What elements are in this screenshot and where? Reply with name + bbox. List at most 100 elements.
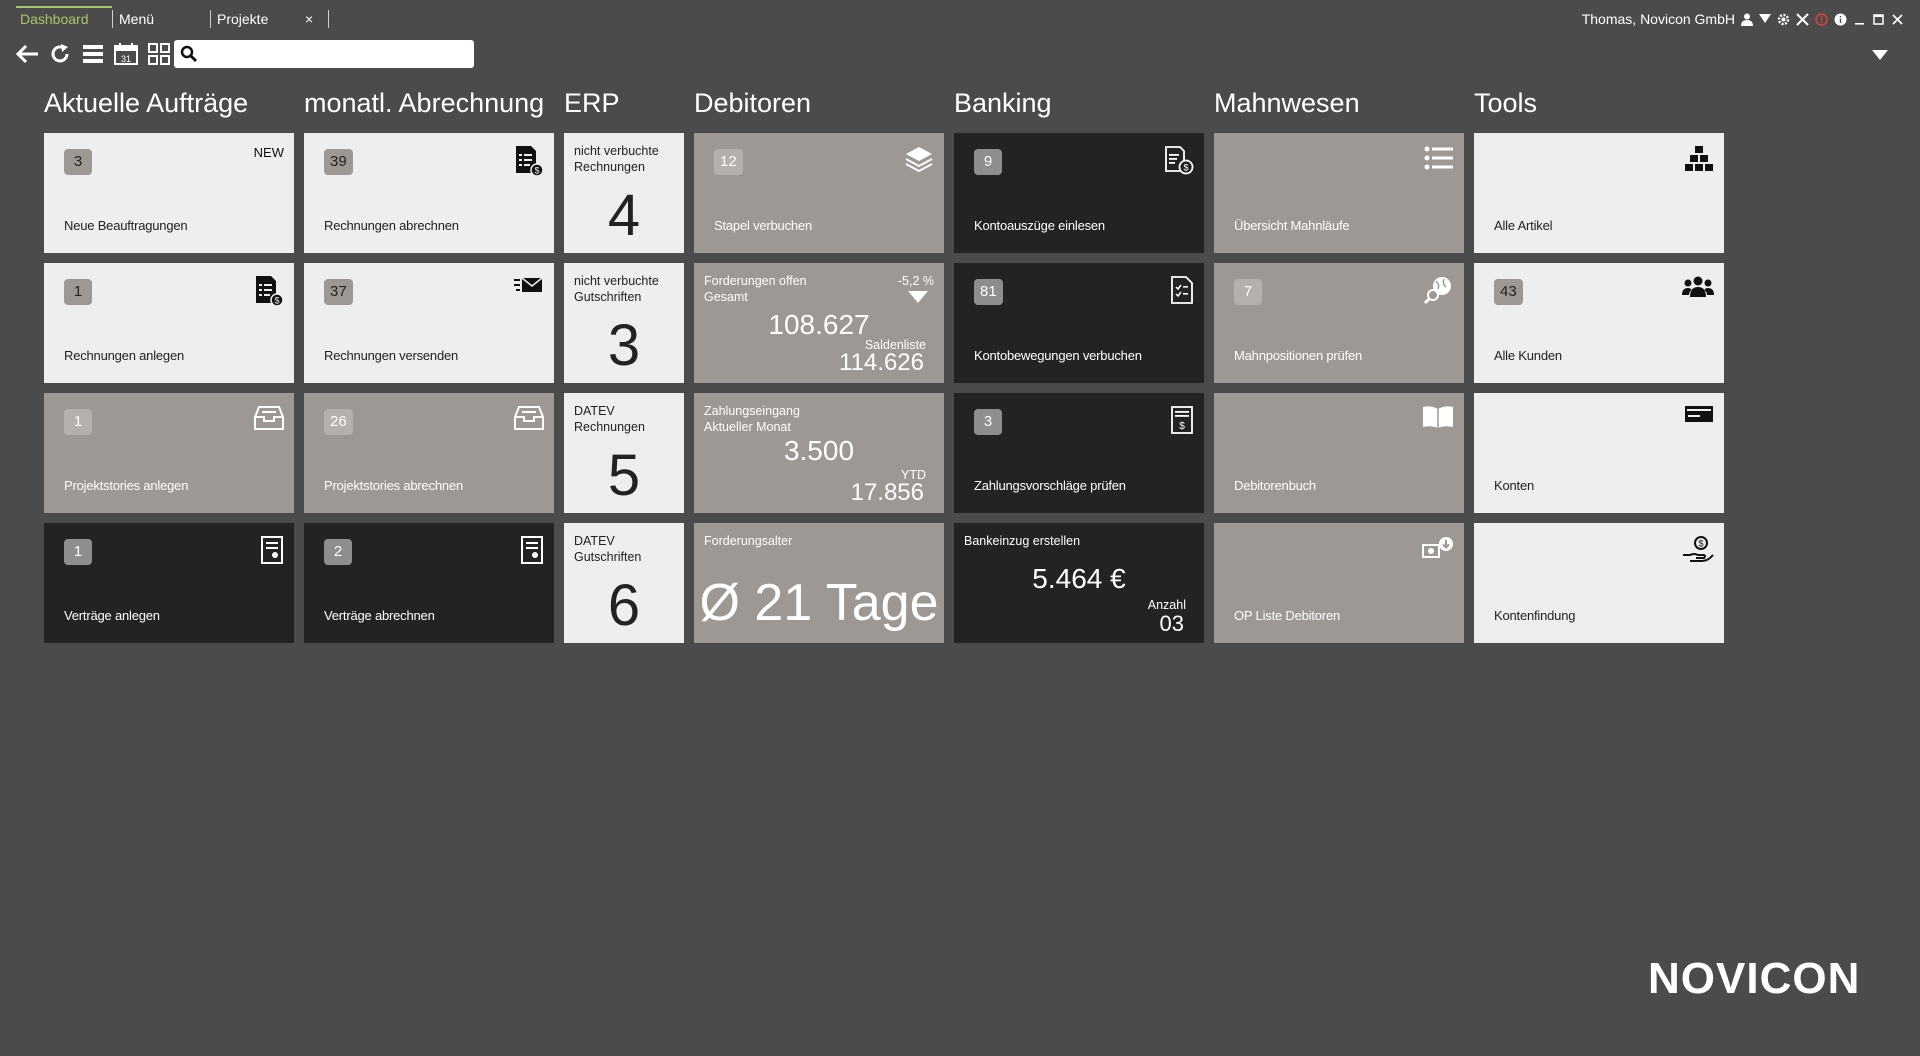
tile-label: Verträge abrechnen: [324, 608, 435, 623]
tab-close-button[interactable]: ×: [305, 8, 313, 30]
tile-kontenfindung[interactable]: $ Kontenfindung: [1474, 523, 1724, 643]
tile-vertraege-anlegen[interactable]: 1 Verträge anlegen: [44, 523, 294, 643]
calendar-button[interactable]: 31: [113, 41, 139, 67]
tile-erp-nicht-verbuchte-rechnungen[interactable]: nicht verbuchte Rechnungen 4: [564, 133, 684, 253]
count-badge: 7: [1234, 279, 1262, 305]
tile-alle-artikel[interactable]: Alle Artikel: [1474, 133, 1724, 253]
ytd-value: 17.856: [850, 479, 924, 506]
tile-label: Projektstories anlegen: [64, 478, 189, 493]
tile-projektstories-abrechnen[interactable]: 26 Projektstories abrechnen: [304, 393, 554, 513]
contract-icon: [261, 536, 283, 564]
new-tag: NEW: [253, 145, 284, 160]
svg-text:$: $: [1183, 163, 1188, 173]
tile-view-button[interactable]: [146, 41, 172, 67]
column-title-erp: ERP: [564, 88, 620, 118]
forderungsalter-label: Forderungsalter: [704, 534, 793, 548]
tile-label: Rechnungen abrechnen: [324, 218, 459, 233]
tile-forderungsalter[interactable]: Forderungsalter Ø 21 Tage: [694, 523, 944, 643]
info-icon[interactable]: [1834, 13, 1847, 26]
change-percent: -5,2 %: [897, 274, 934, 288]
tile-erp-nicht-verbuchte-gutschriften[interactable]: nicht verbuchte Gutschriften 3: [564, 263, 684, 383]
card-icon: [1685, 406, 1713, 422]
invoice-dollar-icon: $: [516, 146, 544, 177]
tile-bankeinzug-erstellen[interactable]: Bankeinzug erstellen 5.464 € Anzahl 03: [954, 523, 1204, 643]
tab-dashboard[interactable]: Dashboard: [14, 8, 89, 30]
gear-icon[interactable]: [1777, 13, 1790, 26]
user-icon[interactable]: [1741, 13, 1753, 26]
saldenliste-value: 114.626: [839, 349, 924, 376]
tile-forderungen-offen[interactable]: Forderungen offen Gesamt -5,2 % 108.627 S…: [694, 263, 944, 383]
send-mail-icon: [514, 277, 543, 292]
inbox-tray-icon: [514, 406, 544, 430]
tile-rechnungen-abrechnen[interactable]: 39 $ Rechnungen abrechnen: [304, 133, 554, 253]
tools-icon[interactable]: [1796, 12, 1809, 26]
tile-vertraege-abrechnen[interactable]: 2 Verträge abrechnen: [304, 523, 554, 643]
novicon-logo: NOVICON: [1648, 954, 1861, 1003]
column-title-abrechnung: monatl. Abrechnung: [304, 88, 545, 118]
erp-label: DATEV Gutschriften: [574, 534, 642, 564]
search-input[interactable]: [200, 42, 468, 66]
hand-coin-icon: $: [1683, 536, 1714, 562]
tile-label: OP Liste Debitoren: [1234, 608, 1340, 623]
user-area: Thomas, Novicon GmbH: [1582, 8, 1904, 30]
tile-debitorenbuch[interactable]: Debitorenbuch: [1214, 393, 1464, 513]
tile-op-liste-debitoren[interactable]: OP Liste Debitoren: [1214, 523, 1464, 643]
search-icon: [180, 45, 198, 63]
tile-konten[interactable]: Konten: [1474, 393, 1724, 513]
tile-kontobewegungen-verbuchen[interactable]: 81 Kontobewegungen verbuchen: [954, 263, 1204, 383]
erp-label: DATEV Rechnungen: [574, 404, 645, 434]
count-badge: 26: [324, 409, 353, 435]
menu-lines-icon: [83, 45, 103, 63]
back-button[interactable]: [14, 41, 40, 67]
erp-count: 4: [607, 183, 641, 248]
list-icon: [1424, 146, 1453, 170]
tile-zahlungsvorschlaege-pruefen[interactable]: 3 $ Zahlungsvorschläge prüfen: [954, 393, 1204, 513]
maximize-icon[interactable]: [1872, 13, 1885, 26]
tab-menu[interactable]: Menü: [113, 8, 154, 30]
minimize-icon[interactable]: [1853, 13, 1866, 26]
forderungen-label: Forderungen offen Gesamt: [704, 274, 807, 304]
count-badge: 1: [64, 409, 92, 435]
cards-download-icon: [1422, 537, 1453, 558]
column-title-tools: Tools: [1474, 88, 1538, 118]
svg-text:$: $: [1698, 539, 1703, 549]
refresh-icon: [51, 44, 69, 63]
grid-icon: [148, 43, 170, 65]
tile-rechnungen-anlegen[interactable]: 1 $ Rechnungen anlegen: [44, 263, 294, 383]
tile-zahlungseingang[interactable]: Zahlungseingang Aktueller Monat 3.500 YTD…: [694, 393, 944, 513]
toolbar-dropdown-icon[interactable]: [1872, 50, 1888, 60]
alert-icon[interactable]: [1815, 12, 1828, 26]
tile-rechnungen-versenden[interactable]: 37 Rechnungen versenden: [304, 263, 554, 383]
anzahl-value: 03: [1159, 611, 1184, 636]
tile-erp-datev-rechnungen[interactable]: DATEV Rechnungen 5: [564, 393, 684, 513]
tab-projekte[interactable]: Projekte: [211, 8, 268, 30]
tile-kontoauszuege-einlesen[interactable]: 9 $ Kontoauszüge einlesen: [954, 133, 1204, 253]
tile-uebersicht-mahnlaeufe[interactable]: Übersicht Mahnläufe: [1214, 133, 1464, 253]
search-box[interactable]: [174, 40, 474, 68]
svg-text:31: 31: [121, 54, 131, 64]
close-icon[interactable]: [1891, 13, 1904, 26]
tile-stapel-verbuchen[interactable]: 12 Stapel verbuchen: [694, 133, 944, 253]
zahlungseingang-value: 3.500: [783, 435, 855, 466]
tile-label: Rechnungen versenden: [324, 348, 459, 363]
tile-mahnpositionen-pruefen[interactable]: 7 Mahnpositionen prüfen: [1214, 263, 1464, 383]
tile-neue-beauftragungen[interactable]: 3 NEW Neue Beauftragungen: [44, 133, 294, 253]
refresh-button[interactable]: [47, 41, 73, 67]
tile-label: Rechnungen anlegen: [64, 348, 185, 363]
user-name: Thomas, Novicon GmbH: [1581, 11, 1735, 27]
statement-dollar-icon: $: [1165, 146, 1194, 175]
layers-icon: [905, 147, 933, 173]
count-badge: 3: [64, 149, 92, 175]
column-title-banking: Banking: [954, 88, 1052, 118]
trend-down-icon: [908, 291, 928, 303]
count-badge: 43: [1494, 279, 1523, 305]
tile-erp-datev-gutschriften[interactable]: DATEV Gutschriften 6: [564, 523, 684, 643]
tile-alle-kunden[interactable]: 43 Alle Kunden: [1474, 263, 1724, 383]
tile-projektstories-anlegen[interactable]: 1 Projektstories anlegen: [44, 393, 294, 513]
tile-label: Debitorenbuch: [1234, 478, 1316, 493]
chevron-down-icon[interactable]: [1759, 14, 1771, 24]
tile-label: Zahlungsvorschläge prüfen: [974, 478, 1126, 493]
list-view-button[interactable]: [80, 41, 106, 67]
tile-label: Alle Artikel: [1494, 218, 1553, 233]
erp-count: 5: [607, 443, 641, 508]
